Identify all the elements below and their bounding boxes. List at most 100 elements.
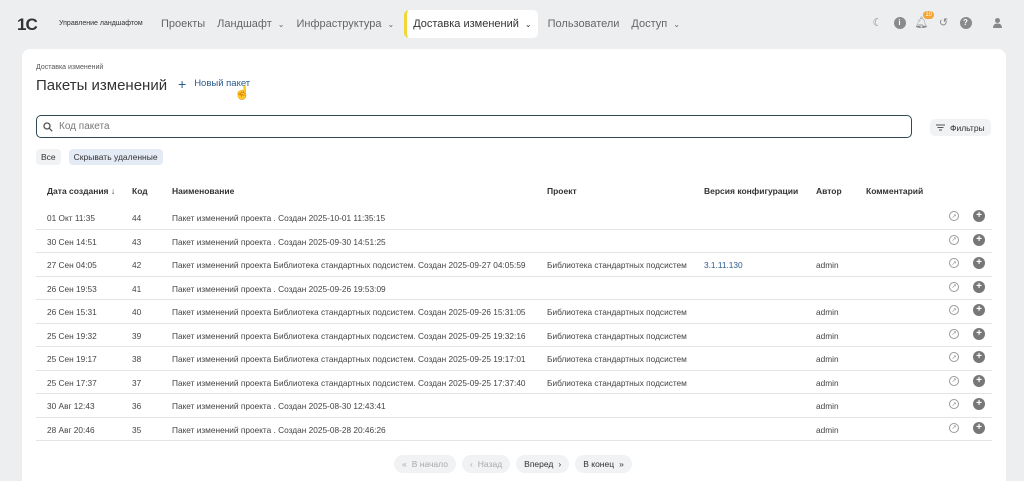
cell-code: 39 xyxy=(132,330,142,341)
search-field[interactable] xyxy=(36,115,912,138)
add-icon[interactable]: + xyxy=(973,304,985,316)
table-row[interactable]: 30 Авг 12:43 36 Пакет изменений проекта . … xyxy=(36,394,992,418)
open-icon[interactable]: ↗ xyxy=(949,234,959,245)
add-icon[interactable]: + xyxy=(973,257,985,269)
filters-button[interactable]: Фильтры xyxy=(930,119,991,136)
add-icon[interactable]: + xyxy=(973,327,985,340)
next-page-label: Вперед xyxy=(524,459,554,469)
chip-hide-deleted[interactable]: Скрывать удаленные xyxy=(68,149,163,165)
nav-item-label: Проекты xyxy=(161,18,206,30)
chevron-down-icon: ⌄ xyxy=(524,19,532,29)
table-row[interactable]: 28 Авг 20:46 35 Пакет изменений проекта . … xyxy=(36,418,992,441)
header-name[interactable]: Наименование xyxy=(172,186,234,196)
page-title: Пакеты изменений xyxy=(36,77,168,94)
table-row[interactable]: 25 Сен 19:32 39 Пакет изменений проекта Би… xyxy=(36,324,992,347)
next-page-button[interactable]: Вперед › xyxy=(516,455,570,473)
cell-name: Пакет изменений проекта Библиотека станд… xyxy=(172,330,526,341)
left-icon: ‹ xyxy=(469,459,473,469)
info-icon[interactable]: i xyxy=(893,16,906,29)
cell-name: Пакет изменений проекта Библиотека станд… xyxy=(172,377,526,388)
table-row[interactable]: 25 Сен 17:37 37 Пакет изменений проекта Би… xyxy=(36,371,992,394)
cell-code: 42 xyxy=(132,260,142,270)
double-left-icon: « xyxy=(402,459,407,469)
add-icon[interactable]: + xyxy=(973,421,985,434)
table-row[interactable]: 27 Сен 04:05 42 Пакет изменений проекта Би… xyxy=(36,253,992,277)
table-row[interactable]: 25 Сен 19:17 38 Пакет изменений проекта Би… xyxy=(36,347,992,371)
cell-date: 25 Сен 19:32 xyxy=(47,330,97,341)
open-icon[interactable]: ↗ xyxy=(949,328,959,339)
table-row[interactable]: 26 Сен 15:31 40 Пакет изменений проекта Би… xyxy=(36,300,992,324)
app-title: Управление ландшафтом xyxy=(59,20,143,27)
nav-item-0[interactable]: Проекты xyxy=(155,10,211,38)
prev-page-label: Назад xyxy=(477,459,503,469)
cell-date: 26 Сен 19:53 xyxy=(47,283,97,294)
double-right-icon: » xyxy=(619,459,624,469)
open-icon[interactable]: ↗ xyxy=(949,399,959,409)
nav-item-2[interactable]: Инфраструктура ⌄ xyxy=(290,10,400,38)
add-icon[interactable]: + xyxy=(973,280,985,293)
cell-code: 41 xyxy=(132,283,142,294)
user-icon[interactable] xyxy=(991,16,1004,29)
nav-item-3[interactable]: Доставка изменений ⌄ xyxy=(404,10,538,38)
header-date[interactable]: Дата создания ↓ xyxy=(47,186,115,196)
right-icon: › xyxy=(558,459,562,469)
cell-name: Пакет изменений проекта Библиотека станд… xyxy=(172,307,526,317)
header-code[interactable]: Код xyxy=(132,186,148,196)
cell-date: 25 Сен 17:37 xyxy=(47,377,97,388)
cell-code: 35 xyxy=(132,424,142,435)
nav-item-label: Доставка изменений xyxy=(413,18,519,30)
last-page-button[interactable]: В конец » xyxy=(575,455,632,473)
cell-author: admin xyxy=(816,401,839,411)
app-logo[interactable]: 1С xyxy=(17,15,38,35)
chip-all[interactable]: Все xyxy=(36,149,61,165)
cell-project: Библиотека стандартных подсистем xyxy=(547,260,687,270)
table-row[interactable]: 01 Окт 11:35 44 Пакет изменений проекта . … xyxy=(36,206,992,230)
table-row[interactable]: 30 Сен 14:51 43 Пакет изменений проекта . … xyxy=(36,230,992,253)
bell-icon[interactable]: 🔔︎ 10 xyxy=(915,11,934,29)
cell-code: 36 xyxy=(132,401,142,411)
table-row[interactable]: 26 Сен 19:53 41 Пакет изменений проекта . … xyxy=(36,277,992,300)
search-input[interactable] xyxy=(59,121,859,132)
cell-author: admin xyxy=(816,354,839,364)
add-icon[interactable]: + xyxy=(973,398,985,410)
history-icon[interactable]: ↺ xyxy=(937,16,950,29)
cell-date: 30 Сен 14:51 xyxy=(47,236,97,247)
first-page-button[interactable]: « В начало xyxy=(394,455,456,473)
cell-code: 40 xyxy=(132,307,142,317)
open-icon[interactable]: ↗ xyxy=(949,258,959,268)
header-version[interactable]: Версия конфигурации xyxy=(704,186,798,196)
first-page-label: В начало xyxy=(411,459,448,469)
cell-date: 28 Авг 20:46 xyxy=(47,424,95,435)
help-icon[interactable]: ? xyxy=(959,16,972,29)
add-icon[interactable]: + xyxy=(973,374,985,387)
breadcrumb[interactable]: Доставка изменений xyxy=(36,64,103,71)
top-bar: 1С Управление ландшафтом Проекты Ландшафт… xyxy=(0,0,1024,48)
cell-version[interactable]: 3.1.11.130 xyxy=(704,260,743,270)
open-icon[interactable]: ↗ xyxy=(949,305,959,315)
open-icon[interactable]: ↗ xyxy=(949,422,959,433)
open-icon[interactable]: ↗ xyxy=(949,211,959,221)
add-icon[interactable]: + xyxy=(973,210,985,222)
table-body: 01 Окт 11:35 44 Пакет изменений проекта . … xyxy=(36,206,992,441)
open-icon[interactable]: ↗ xyxy=(949,281,959,292)
cell-name: Пакет изменений проекта Библиотека станд… xyxy=(172,354,526,364)
open-icon[interactable]: ↗ xyxy=(949,352,959,362)
open-icon[interactable]: ↗ xyxy=(949,375,959,386)
add-icon[interactable]: + xyxy=(973,351,985,363)
nav-item-4[interactable]: Пользователи xyxy=(542,10,626,38)
chevron-down-icon: ⌄ xyxy=(673,19,680,29)
cell-name: Пакет изменений проекта . Создан 2025-10… xyxy=(172,213,386,223)
add-icon[interactable]: + xyxy=(973,233,985,246)
cell-code: 38 xyxy=(132,354,142,364)
header-author[interactable]: Автор xyxy=(816,186,842,196)
header-comment[interactable]: Комментарий xyxy=(866,186,923,196)
header-project[interactable]: Проект xyxy=(547,186,577,196)
moon-icon[interactable]: ☾ xyxy=(871,16,884,29)
prev-page-button[interactable]: ‹ Назад xyxy=(461,455,511,473)
cell-code: 44 xyxy=(132,213,142,223)
cell-date: 27 Сен 04:05 xyxy=(47,260,97,270)
cell-author: admin xyxy=(816,330,839,341)
nav-item-label: Инфраструктура xyxy=(296,18,382,30)
nav-item-5[interactable]: Доступ ⌄ xyxy=(625,10,686,38)
nav-item-1[interactable]: Ландшафт ⌄ xyxy=(211,10,290,38)
